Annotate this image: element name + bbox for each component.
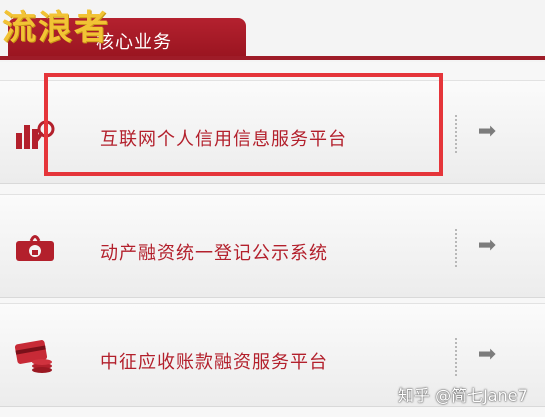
- row-divider: [455, 115, 457, 153]
- watermark-logo: 流浪者: [2, 8, 110, 48]
- service-label: 中征应收账款融资服务平台: [100, 352, 328, 373]
- row-divider: [455, 338, 457, 376]
- banknote-lock-icon: [16, 235, 54, 261]
- core-business-panel: 核心业务 流浪者 互联网个人信用信息服务平台 ➡ 动产融资统一登记公示系统 ➡: [0, 0, 545, 417]
- row-divider: [455, 229, 457, 267]
- tab-bar: 核心业务 流浪者: [0, 0, 545, 62]
- service-row-movable-property-registry[interactable]: 动产融资统一登记公示系统 ➡: [0, 194, 545, 298]
- tab-underline: [0, 56, 545, 60]
- card-coins-icon: [14, 340, 52, 373]
- service-label: 动产融资统一登记公示系统: [100, 243, 328, 264]
- highlight-box: [44, 73, 443, 176]
- arrow-right-icon[interactable]: ➡: [472, 119, 502, 145]
- source-credit: 知乎 @简七Jane7: [398, 386, 528, 405]
- arrow-right-icon[interactable]: ➡: [472, 342, 502, 368]
- arrow-right-icon[interactable]: ➡: [472, 233, 502, 259]
